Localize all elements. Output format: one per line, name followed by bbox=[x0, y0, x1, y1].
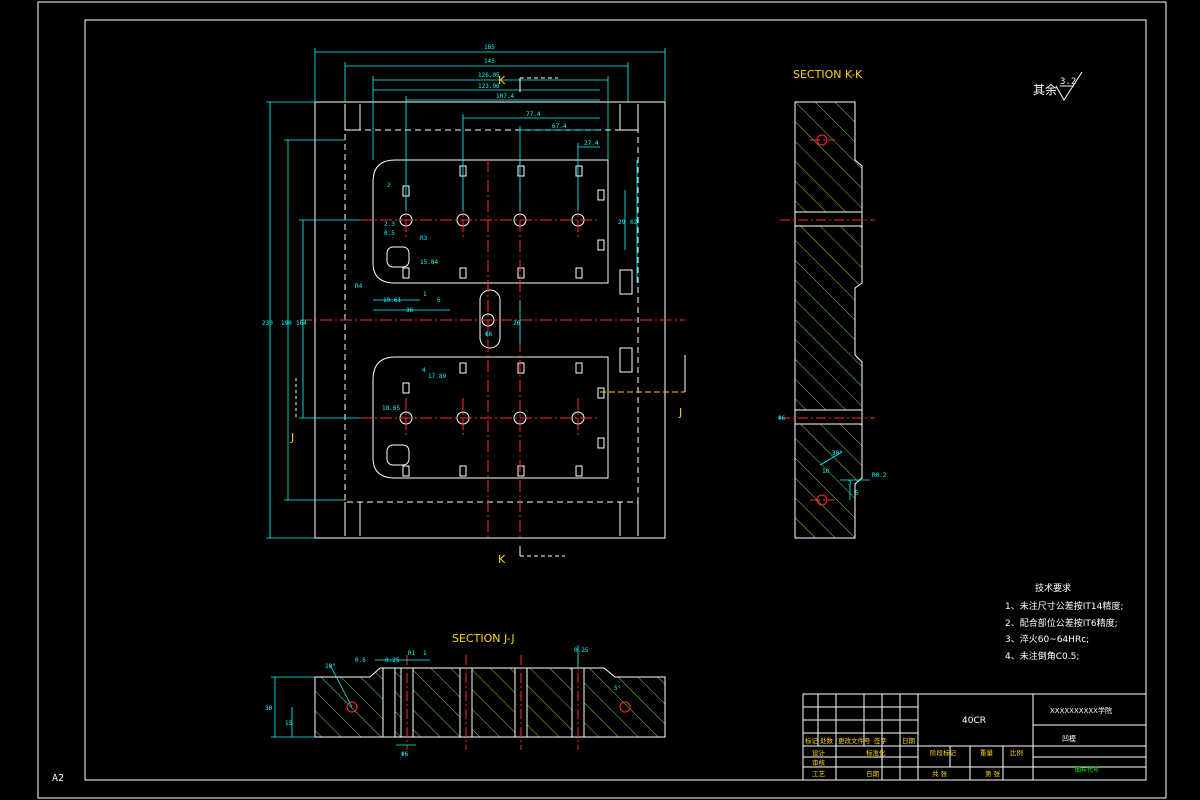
jj-dim-0-6: 0.6 bbox=[355, 657, 366, 664]
tb-date: 日期 bbox=[866, 770, 880, 778]
tb-process: 工艺 bbox=[812, 770, 826, 778]
tb-hdr-zone: 更改文件号 bbox=[838, 736, 871, 745]
section-mark-j-right: J bbox=[678, 406, 682, 419]
dim-126-05: 126.05 bbox=[478, 72, 500, 79]
dim-164: 164 bbox=[296, 320, 307, 327]
dim-0-5: 0.5 bbox=[384, 230, 395, 237]
dim-15-84: 15.84 bbox=[420, 259, 438, 266]
dim-190: 190 bbox=[281, 320, 292, 327]
tb-weight: 重量 bbox=[980, 749, 994, 757]
tb-hdr-sign: 签字 bbox=[874, 736, 888, 745]
jj-dim-r1: R1 bbox=[408, 650, 416, 657]
dim-19-61: 19.61 bbox=[383, 297, 401, 304]
tb-designer: 设计 bbox=[812, 748, 826, 757]
dim-1: 1 bbox=[423, 291, 427, 298]
tech-requirement-item: 1、未注尺寸公差按IT14精度; bbox=[1005, 600, 1123, 612]
kk-dim-30deg: 30° bbox=[832, 450, 843, 457]
dim-2-3: 2.3 bbox=[384, 221, 395, 228]
section-jj-hatched-body bbox=[314, 667, 666, 738]
dim-230: 230 bbox=[262, 320, 273, 327]
kk-dim-r02: R0.2 bbox=[872, 472, 887, 479]
corner-pocket-br bbox=[619, 502, 639, 536]
dim-77-4: 77.4 bbox=[526, 111, 541, 118]
tb-sheet-no: 第 张 bbox=[985, 769, 1001, 778]
jj-dim-0-25a: 0.25 bbox=[385, 657, 400, 664]
pierce-holes bbox=[386, 213, 585, 466]
tech-requirements-title: 技术要求 bbox=[1035, 582, 1071, 594]
sheet-size-label: A2 bbox=[52, 773, 64, 784]
dim-107-4: 107.4 bbox=[496, 93, 514, 100]
dim-185: 185 bbox=[484, 44, 495, 51]
roughness-value: 3.2 bbox=[1060, 77, 1076, 87]
tb-school: XXXXXXXXXX学院 bbox=[1050, 706, 1112, 715]
cad-drawing-canvas: A2 K K J J 185 145 126.05 123.96 107.4 7… bbox=[37, 1, 1167, 799]
dim-26: 26 bbox=[513, 320, 521, 327]
kk-dim-5: 5 bbox=[855, 490, 859, 497]
section-kk-upper-bore bbox=[794, 211, 863, 227]
corner-pocket-bl bbox=[344, 502, 361, 536]
inner-drawing-frame bbox=[84, 19, 1147, 781]
dim-145: 145 bbox=[484, 58, 495, 65]
section-kk-title: SECTION K-K bbox=[793, 68, 863, 81]
kk-dim-10: 10 bbox=[822, 468, 830, 475]
roughness-prefix: 其余 bbox=[1033, 82, 1057, 97]
dim-29: 29 bbox=[618, 219, 626, 226]
tb-hdr-date: 日期 bbox=[902, 737, 916, 745]
tech-requirement-item: 3、淬火60~64HRc; bbox=[1005, 633, 1089, 645]
section-mark-j-left: J bbox=[290, 431, 294, 444]
center-slot bbox=[479, 289, 501, 349]
jj-dim-10deg: 10° bbox=[325, 663, 336, 670]
roughness-symbol: 其余 3.2 bbox=[1033, 71, 1083, 101]
tb-stage-mark: 阶段标记 bbox=[930, 748, 957, 757]
dim-17-89: 17.89 bbox=[428, 373, 446, 380]
main-view-centerlines bbox=[300, 160, 685, 540]
section-jj-title: SECTION J-J bbox=[452, 632, 515, 645]
tb-scale: 比例 bbox=[1010, 748, 1023, 757]
tech-requirement-item: 4、未注倒角C0.5; bbox=[1005, 650, 1079, 662]
jj-dim-phi6: Φ6 bbox=[401, 751, 409, 758]
dim-r4: R4 bbox=[355, 283, 363, 290]
dim-123-96: 123.96 bbox=[478, 83, 500, 90]
side-stop-lower bbox=[619, 347, 633, 373]
main-view-dimension-lines bbox=[266, 48, 666, 539]
jj-dim-1: 1 bbox=[423, 650, 427, 657]
section-mark-k-bottom: K bbox=[498, 553, 506, 566]
jj-dim-15: 15 bbox=[285, 720, 293, 727]
tb-sheets-total: 共 张 bbox=[932, 769, 948, 778]
section-kk-lower-bore bbox=[794, 409, 863, 425]
dim-36: 36 bbox=[406, 307, 414, 314]
section-jj-view bbox=[271, 645, 666, 750]
jj-dim-30: 30 bbox=[265, 705, 273, 712]
dim-r3: R3 bbox=[420, 235, 428, 242]
tb-drawing-no: 图样代号 bbox=[1075, 766, 1099, 774]
kk-dim-3: 3 bbox=[848, 480, 852, 487]
side-stop-upper bbox=[619, 269, 633, 295]
dim-67-4: 67.4 bbox=[552, 123, 567, 130]
dim-2: 2 bbox=[387, 182, 391, 189]
tb-hdr-count: 处数 bbox=[820, 736, 834, 745]
tb-part-name: 凹模 bbox=[1062, 734, 1076, 743]
corner-pocket-tr bbox=[619, 104, 639, 131]
tb-hdr-mark: 标记 bbox=[805, 736, 819, 745]
dim-62: 62 bbox=[630, 219, 638, 226]
dim-27-4: 27.4 bbox=[584, 140, 599, 147]
dim-6: 6 bbox=[437, 297, 441, 304]
dim-phi6-center: Φ6 bbox=[485, 331, 493, 338]
kk-dim-phi6: Φ6 bbox=[778, 415, 786, 422]
jj-dim-0-25b: 0.25 bbox=[574, 647, 589, 654]
jj-dim-5deg: 5° bbox=[614, 685, 621, 692]
tech-requirement-item: 2、配合部位公差按IT6精度; bbox=[1005, 617, 1118, 629]
tech-requirements: 技术要求 1、未注尺寸公差按IT14精度; 2、配合部位公差按IT6精度; 3、… bbox=[1005, 582, 1123, 662]
dim-18-65: 18.65 bbox=[382, 405, 400, 412]
tb-standard: 标准化 bbox=[866, 748, 886, 757]
corner-pocket-tl bbox=[344, 104, 361, 131]
section-cut-marks bbox=[295, 77, 686, 557]
tb-checker: 审核 bbox=[812, 758, 826, 767]
tb-material: 40CR bbox=[962, 716, 986, 726]
dim-4: 4 bbox=[422, 367, 426, 374]
